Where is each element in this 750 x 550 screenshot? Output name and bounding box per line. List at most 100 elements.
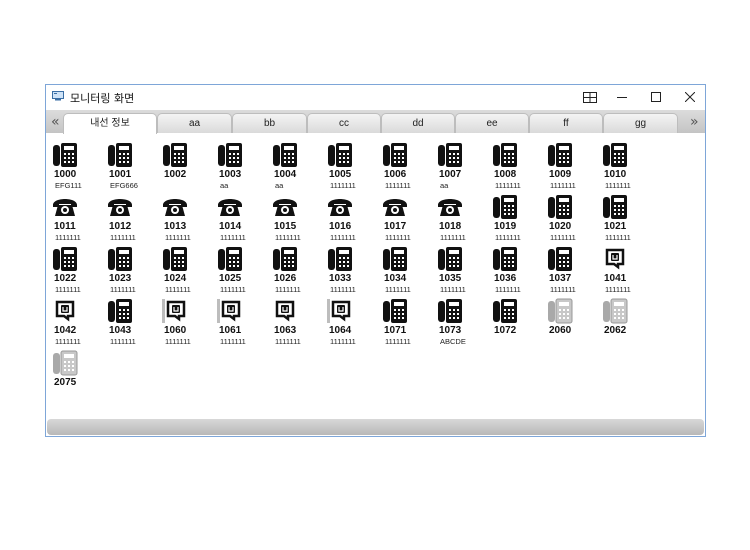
extension-1006[interactable]: 1006 1111111	[378, 138, 430, 190]
extension-1000[interactable]: 1000 EFG111	[48, 138, 100, 190]
tab-bar: « 내선 정보 aa bb cc dd ee ff gg »	[46, 110, 705, 134]
extension-number: 1043	[109, 325, 132, 336]
tab-dd[interactable]: dd	[381, 113, 455, 133]
tab-bb[interactable]: bb	[232, 113, 307, 133]
title-bar[interactable]: 모니터링 화면	[46, 85, 705, 109]
extension-1071[interactable]: 1071 1111111	[378, 294, 430, 346]
extension-label: 1111111	[385, 285, 411, 294]
extension-number: 2060	[549, 325, 572, 336]
extension-label: 1111111	[165, 285, 191, 294]
tab-scroll-left-button[interactable]: «	[51, 114, 60, 130]
extension-number: 1034	[384, 273, 407, 284]
extension-1036[interactable]: 1036 1111111	[488, 242, 540, 294]
extension-1041[interactable]: 1041 1111111	[598, 242, 650, 294]
extension-1003[interactable]: 1003 aa	[213, 138, 265, 190]
extension-label: 1111111	[330, 181, 356, 190]
extension-1023[interactable]: 1023 1111111	[103, 242, 155, 294]
desk-phone-icon	[547, 142, 573, 168]
rotary-phone-icon	[52, 194, 78, 220]
extension-label: 1111111	[55, 285, 81, 294]
layout-button[interactable]	[573, 85, 606, 109]
tab-cc[interactable]: cc	[307, 113, 381, 133]
extension-1033[interactable]: 1033 1111111	[323, 242, 375, 294]
call-forward-icon	[162, 298, 188, 324]
extension-1009[interactable]: 1009 1111111	[543, 138, 595, 190]
extension-1026[interactable]: 1026 1111111	[268, 242, 320, 294]
extension-1001[interactable]: 1001 EFG666	[103, 138, 155, 190]
extension-1016[interactable]: 1016 1111111	[323, 190, 375, 242]
extension-1035[interactable]: 1035 1111111	[433, 242, 485, 294]
window-title: 모니터링 화면	[70, 92, 135, 105]
extension-1073[interactable]: 1073 ABCDE	[433, 294, 485, 346]
extension-label: 1111111	[110, 337, 136, 346]
maximize-button[interactable]	[639, 85, 672, 109]
desk-phone-icon	[107, 298, 133, 324]
close-button[interactable]	[673, 85, 706, 109]
extension-1020[interactable]: 1020 1111111	[543, 190, 595, 242]
status-bar	[47, 419, 704, 435]
extension-1015[interactable]: 1015 1111111	[268, 190, 320, 242]
extension-1014[interactable]: 1014 1111111	[213, 190, 265, 242]
extension-number: 1002	[164, 169, 187, 180]
extension-1005[interactable]: 1005 1111111	[323, 138, 375, 190]
tab-ff[interactable]: ff	[529, 113, 603, 133]
extension-1008[interactable]: 1008 1111111	[488, 138, 540, 190]
extension-1022[interactable]: 1022 1111111	[48, 242, 100, 294]
extension-number: 1011	[54, 221, 76, 232]
tab-ee[interactable]: ee	[455, 113, 529, 133]
extension-1043[interactable]: 1043 1111111	[103, 294, 155, 346]
extension-label: 1111111	[550, 233, 576, 242]
extension-1063[interactable]: 1063 1111111	[268, 294, 320, 346]
call-forward-icon	[272, 298, 298, 324]
extension-1024[interactable]: 1024 1111111	[158, 242, 210, 294]
tab-gg[interactable]: gg	[603, 113, 678, 133]
extension-2060[interactable]: 2060	[543, 294, 595, 346]
extension-1002[interactable]: 1002	[158, 138, 210, 190]
extension-1004[interactable]: 1004 aa	[268, 138, 320, 190]
extension-label: 1111111	[165, 337, 191, 346]
monitor-icon	[52, 91, 64, 101]
tab-aa[interactable]: aa	[157, 113, 232, 133]
extension-label: 1111111	[220, 285, 246, 294]
desk-phone-icon	[382, 246, 408, 272]
extension-label: EFG666	[110, 181, 138, 190]
extension-label: aa	[275, 181, 284, 190]
extension-1037[interactable]: 1037 1111111	[543, 242, 595, 294]
extension-1017[interactable]: 1017 1111111	[378, 190, 430, 242]
extension-1012[interactable]: 1012 1111111	[103, 190, 155, 242]
layout-icon	[582, 91, 597, 103]
extension-label: 1111111	[385, 181, 411, 190]
extension-number: 1018	[439, 221, 462, 232]
call-forward-icon	[602, 246, 628, 272]
extension-1021[interactable]: 1021 1111111	[598, 190, 650, 242]
extension-1061[interactable]: 1061 1111111	[213, 294, 265, 346]
extension-1011[interactable]: 1011 1111111	[48, 190, 100, 242]
tab-scroll-right-button[interactable]: »	[690, 114, 699, 130]
extension-label: 1111111	[275, 285, 301, 294]
extension-1042[interactable]: 1042 1111111	[48, 294, 100, 346]
extension-number: 1008	[494, 169, 517, 180]
extension-1019[interactable]: 1019 1111111	[488, 190, 540, 242]
extension-number: 1064	[329, 325, 352, 336]
extension-2075[interactable]: 2075	[48, 346, 100, 398]
minimize-icon	[616, 97, 627, 98]
extension-number: 1019	[494, 221, 517, 232]
extension-1025[interactable]: 1025 1111111	[213, 242, 265, 294]
extension-1007[interactable]: 1007 aa	[433, 138, 485, 190]
extension-number: 1013	[164, 221, 187, 232]
call-forward-icon	[327, 298, 353, 324]
extension-1064[interactable]: 1064 1111111	[323, 294, 375, 346]
extension-1034[interactable]: 1034 1111111	[378, 242, 430, 294]
tab-extension-info[interactable]: 내선 정보	[63, 113, 157, 134]
minimize-button[interactable]	[605, 85, 638, 109]
extension-2062[interactable]: 2062	[598, 294, 650, 346]
extension-1010[interactable]: 1010 1111111	[598, 138, 650, 190]
extension-1018[interactable]: 1018 1111111	[433, 190, 485, 242]
monitoring-window: 모니터링 화면 « 내선 정보 aa bb cc dd ee ff gg » 1…	[45, 84, 706, 437]
extension-1060[interactable]: 1060 1111111	[158, 294, 210, 346]
desk-phone-icon	[52, 142, 78, 168]
rotary-phone-icon	[217, 194, 243, 220]
extension-1072[interactable]: 1072	[488, 294, 540, 346]
rotary-phone-icon	[437, 194, 463, 220]
extension-1013[interactable]: 1013 1111111	[158, 190, 210, 242]
